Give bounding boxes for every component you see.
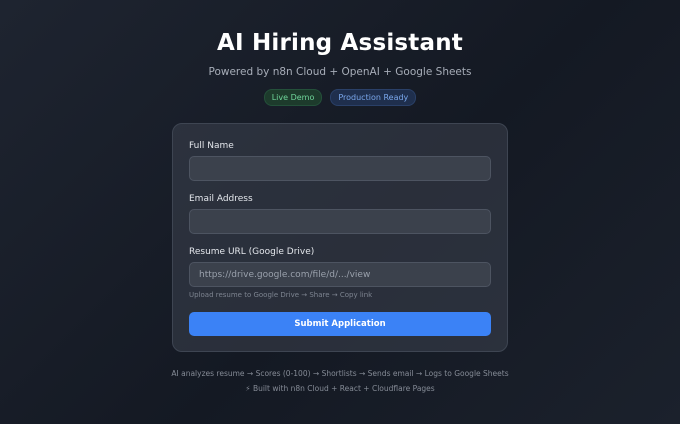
page-header: AI Hiring Assistant Powered by n8n Cloud… [0, 30, 680, 106]
pipeline-description: AI analyzes resume → Scores (0-100) → Sh… [171, 369, 509, 378]
badge-row: Live Demo Production Ready [0, 89, 680, 106]
live-demo-badge: Live Demo [263, 89, 323, 106]
email-input[interactable] [189, 209, 491, 234]
page-title: AI Hiring Assistant [216, 30, 463, 56]
page-subtitle: Powered by n8n Cloud + OpenAI + Google S… [208, 66, 472, 78]
resume-hint: Upload resume to Google Drive → Share → … [189, 291, 373, 299]
built-with-note: ⚡ Built with n8n Cloud + React + Cloudfl… [245, 384, 435, 393]
full-name-input[interactable] [189, 156, 491, 181]
submit-application-button[interactable]: Submit Application [189, 312, 491, 336]
email-label: Email Address [189, 194, 253, 204]
application-form: Full Name Email Address Resume URL (Goog… [172, 123, 508, 352]
page-footer: AI analyzes resume → Scores (0-100) → Sh… [0, 369, 680, 393]
full-name-label: Full Name [189, 141, 234, 151]
resume-url-input[interactable] [189, 262, 491, 287]
resume-url-label: Resume URL (Google Drive) [189, 247, 315, 257]
production-ready-badge: Production Ready [330, 89, 417, 106]
